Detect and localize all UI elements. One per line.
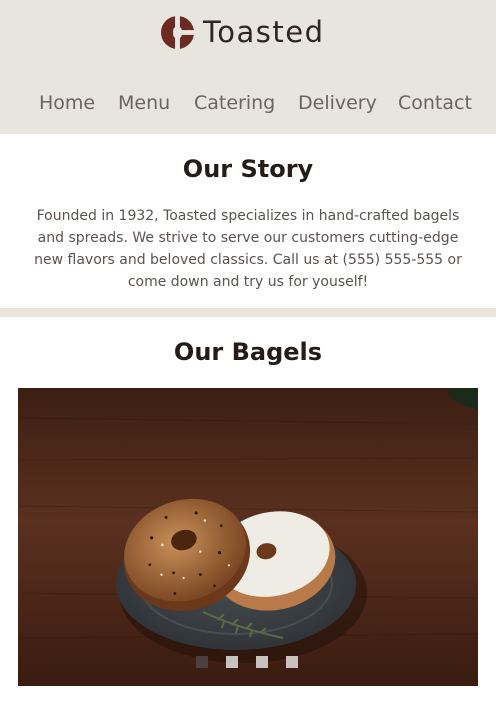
carousel-indicators — [196, 656, 298, 668]
section-divider — [0, 308, 496, 317]
story-title: Our Story — [182, 155, 314, 183]
carousel-dot-2[interactable] — [226, 656, 238, 668]
nav-item-catering[interactable]: Catering — [194, 88, 275, 118]
carousel-dot-4[interactable] — [286, 656, 298, 668]
nav-item-contact[interactable]: Contact — [398, 88, 472, 118]
main-nav: Home Menu Catering Delivery Contact — [0, 88, 496, 118]
brand-name: Toasted — [203, 15, 325, 49]
site-header: Toasted Home Menu Catering Delivery Cont… — [0, 0, 496, 134]
story-text: Founded in 1932, Toasted specializes in … — [34, 208, 462, 290]
nav-item-home[interactable]: Home — [39, 88, 95, 118]
nav-item-delivery[interactable]: Delivery — [298, 88, 377, 118]
carousel-dot-3[interactable] — [256, 656, 268, 668]
carousel-dot-1[interactable] — [196, 656, 208, 668]
bagel-photo — [18, 388, 478, 686]
toasted-logo-icon — [160, 15, 195, 49]
brand[interactable]: Toasted — [160, 12, 325, 52]
bagels-title: Our Bagels — [173, 338, 323, 366]
nav-item-menu[interactable]: Menu — [118, 88, 170, 118]
bagel-image-carousel[interactable] — [18, 388, 478, 686]
